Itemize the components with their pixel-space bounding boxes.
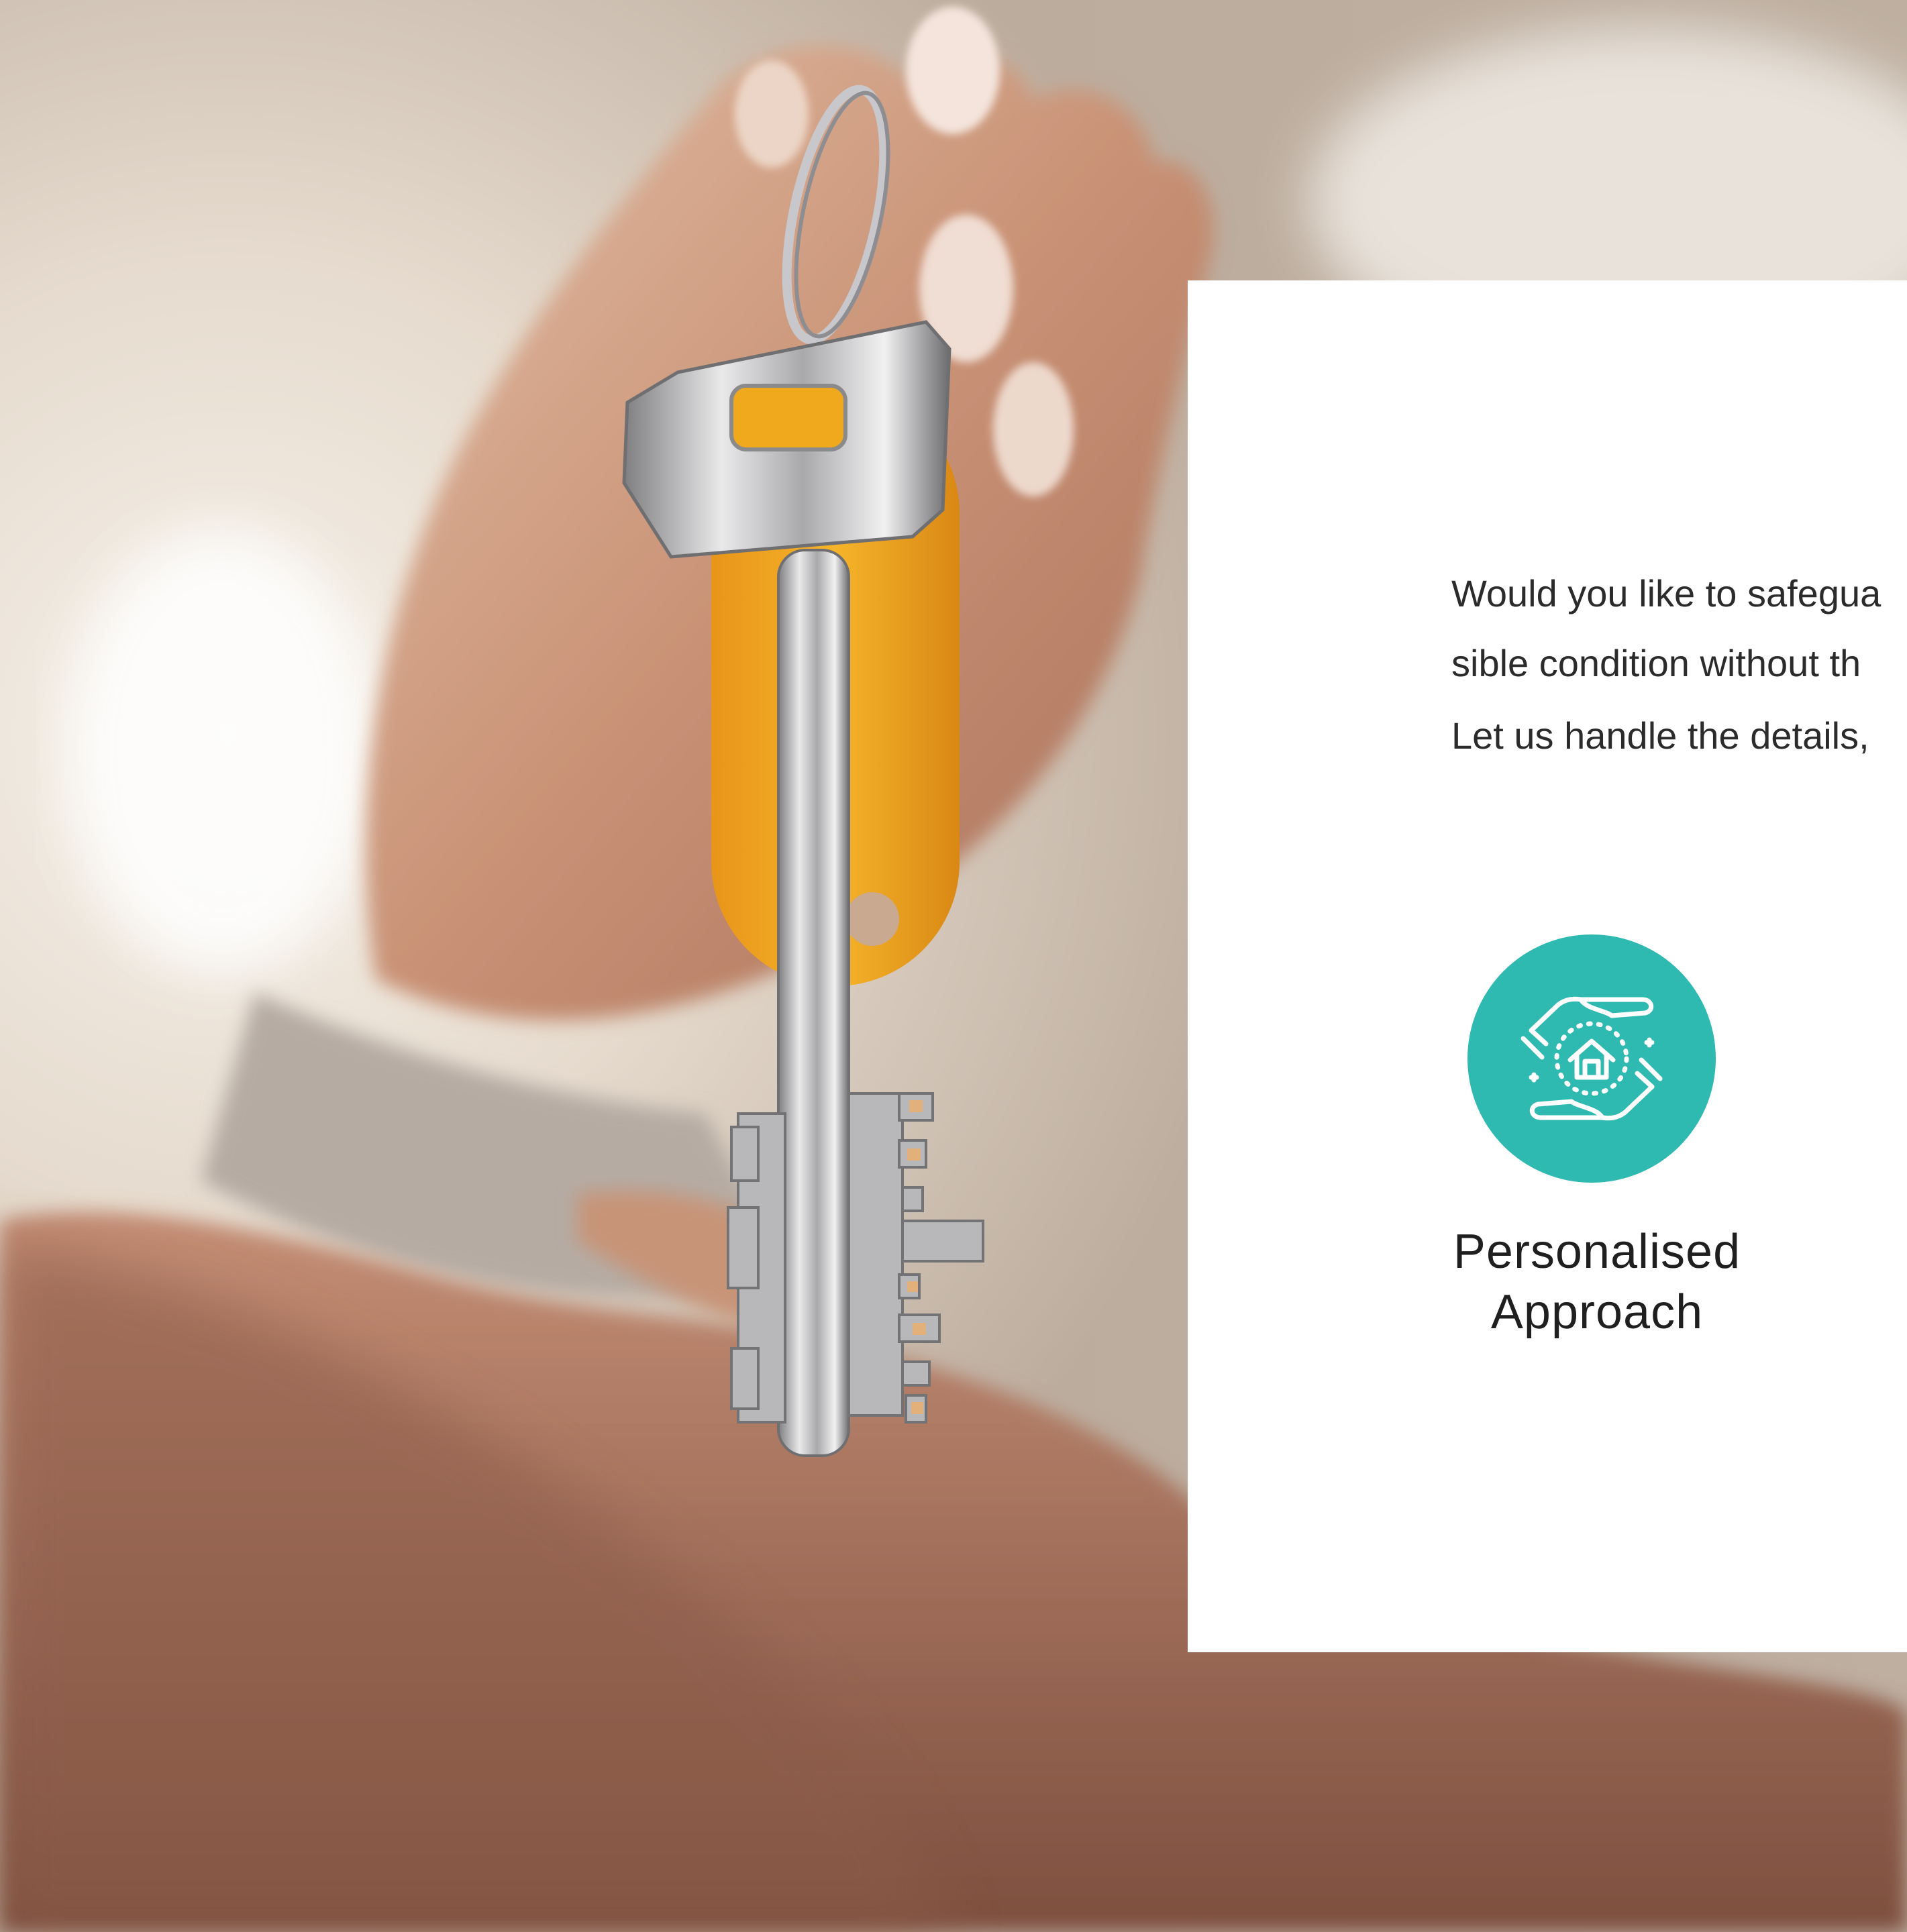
hero-section: Would you like to safegua sible conditio… (0, 0, 1907, 1932)
feature-title: Personalised Approach (1436, 1222, 1758, 1342)
hands-house-care-icon (1467, 934, 1716, 1183)
intro-text-line-1: Would you like to safegua (1451, 572, 1882, 614)
content-card: Would you like to safegua sible conditio… (1188, 280, 1907, 1652)
feature-title-line-1: Personalised (1453, 1225, 1741, 1279)
intro-text-line-2: sible condition without th (1451, 642, 1861, 684)
feature-title-line-2: Approach (1490, 1285, 1704, 1339)
intro-text-line-3: Let us handle the details, (1451, 714, 1869, 757)
